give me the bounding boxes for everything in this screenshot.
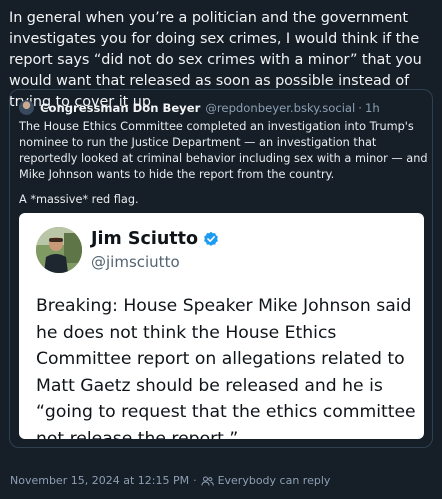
quote-header: Congressman Don Beyer @repdonbeyer.bsky.… <box>19 100 380 115</box>
quote-post-card[interactable]: Congressman Don Beyer @repdonbeyer.bsky.… <box>9 89 433 448</box>
quote-separator: · <box>358 100 362 115</box>
avatar-photo <box>36 227 82 273</box>
embed-author-avatar <box>36 227 82 273</box>
embed-author-handle: @jimsciutto <box>91 253 180 271</box>
quote-author-handle[interactable]: @repdonbeyer.bsky.social <box>205 101 355 115</box>
post-timestamp[interactable]: November 15, 2024 at 12:15 PM <box>10 474 189 487</box>
embedded-image[interactable]: Jim Sciutto @jimsciutto Breaking: House … <box>19 213 424 439</box>
post-footer: November 15, 2024 at 12:15 PM · Everybod… <box>10 474 330 487</box>
people-icon <box>201 476 214 486</box>
quote-text: The House Ethics Committee completed an … <box>19 120 428 181</box>
footer-separator: · <box>193 474 197 487</box>
quote-author-avatar[interactable] <box>19 100 34 115</box>
quote-author-name[interactable]: Congressman Don Beyer <box>40 101 200 115</box>
quote-text-secondary: A *massive* red flag. <box>19 193 139 206</box>
verified-badge-icon <box>204 231 218 246</box>
reply-setting[interactable]: Everybody can reply <box>218 474 331 487</box>
post: In general when you’re a politician and … <box>0 0 442 499</box>
embed-name-row: Jim Sciutto <box>91 229 219 249</box>
embed-text: Breaking: House Speaker Mike Johnson sai… <box>36 296 416 439</box>
embed-author-name: Jim Sciutto <box>91 229 199 249</box>
quote-timestamp[interactable]: 1h <box>365 101 380 115</box>
